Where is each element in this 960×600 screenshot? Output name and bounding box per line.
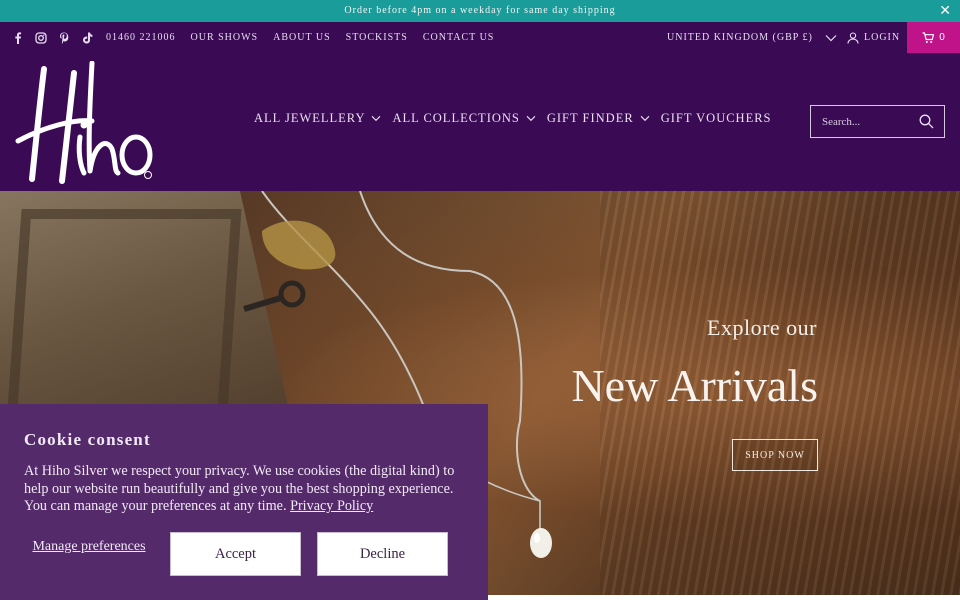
nav-gift-finder[interactable]: GIFT FINDER: [547, 111, 650, 126]
chevron-down-icon: [640, 115, 650, 122]
cart-count: 0: [939, 32, 945, 43]
top-bar: 01460 221006 OUR SHOWS ABOUT US STOCKIST…: [0, 22, 960, 53]
nav-all-collections-label: ALL COLLECTIONS: [392, 111, 520, 125]
announcement-text: Order before 4pm on a weekday for same d…: [344, 5, 616, 16]
cookie-title: Cookie consent: [24, 430, 151, 449]
chevron-down-icon: [825, 34, 837, 41]
search-icon[interactable]: [919, 114, 934, 129]
decline-button[interactable]: Decline: [317, 532, 448, 576]
nav-gift-vouchers[interactable]: GIFT VOUCHERS: [661, 111, 772, 126]
phone-link[interactable]: 01460 221006: [106, 32, 176, 43]
our-shows-link[interactable]: OUR SHOWS: [191, 32, 259, 43]
facebook-icon[interactable]: [12, 31, 24, 44]
contact-us-link[interactable]: CONTACT US: [423, 32, 495, 43]
user-icon: [847, 31, 859, 44]
search-input[interactable]: [822, 115, 914, 128]
cookie-consent-panel: Cookie consent At Hiho Silver we respect…: [0, 404, 488, 600]
instagram-icon[interactable]: [35, 31, 47, 44]
tiktok-icon[interactable]: [81, 32, 93, 44]
social-links: [12, 22, 93, 53]
cart-button[interactable]: 0: [907, 22, 960, 53]
main-nav: ALL JEWELLERY ALL COLLECTIONS GIFT FINDE…: [254, 111, 772, 126]
cart-icon: [922, 31, 935, 43]
nav-gift-finder-label: GIFT FINDER: [546, 111, 634, 125]
search-box: [810, 105, 945, 138]
hero-headline: New Arrivals: [571, 360, 818, 411]
pinterest-icon[interactable]: [58, 32, 70, 44]
cookie-body: At Hiho Silver we respect your privacy. …: [24, 463, 460, 516]
hero-kicker: Explore our: [707, 315, 817, 340]
close-icon[interactable]: ✕: [939, 0, 952, 22]
nav-gift-vouchers-label: GIFT VOUCHERS: [660, 111, 772, 125]
privacy-policy-link[interactable]: Privacy Policy: [290, 498, 373, 514]
login-label: LOGIN: [864, 32, 901, 43]
nav-all-jewellery-label: ALL JEWELLERY: [254, 111, 366, 125]
cookie-body-text: At Hiho Silver we respect your privacy. …: [24, 463, 455, 514]
nav-all-collections[interactable]: ALL COLLECTIONS: [392, 111, 536, 126]
site-header: ALL JEWELLERY ALL COLLECTIONS GIFT FINDE…: [0, 53, 960, 191]
accept-button[interactable]: Accept: [170, 532, 301, 576]
login-link[interactable]: LOGIN: [847, 22, 900, 53]
nav-all-jewellery[interactable]: ALL JEWELLERY: [254, 111, 381, 126]
manage-preferences-link[interactable]: Manage preferences: [24, 538, 154, 555]
chevron-down-icon: [372, 115, 381, 122]
shop-now-button[interactable]: SHOP NOW: [732, 439, 818, 471]
announcement-bar: Order before 4pm on a weekday for same d…: [0, 0, 960, 22]
hiho-logo[interactable]: [14, 60, 156, 185]
currency-label: UNITED KINGDOM (GBP £): [667, 32, 813, 43]
chevron-down-icon: [526, 115, 536, 122]
about-us-link[interactable]: ABOUT US: [273, 32, 331, 43]
currency-selector[interactable]: UNITED KINGDOM (GBP £): [667, 22, 837, 53]
stockists-link[interactable]: STOCKISTS: [346, 32, 408, 43]
top-links: 01460 221006 OUR SHOWS ABOUT US STOCKIST…: [106, 22, 494, 53]
